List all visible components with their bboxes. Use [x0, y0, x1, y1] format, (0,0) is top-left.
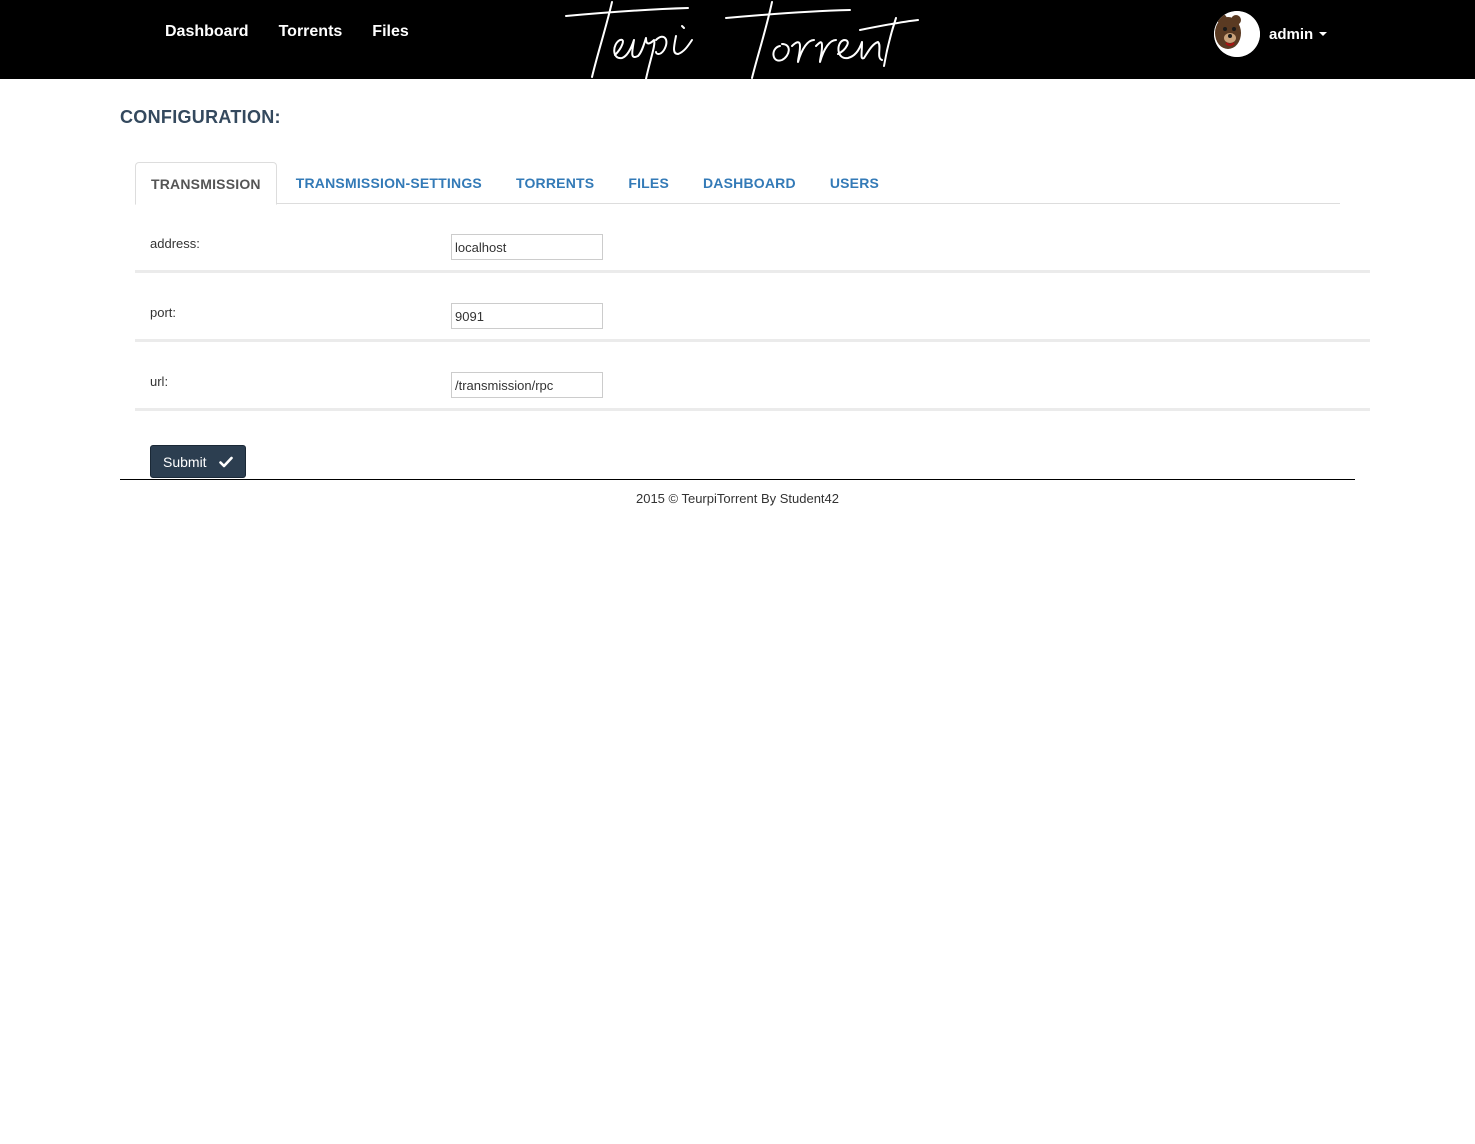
tab-torrents[interactable]: TORRENTS — [501, 162, 609, 204]
tab-transmission-settings[interactable]: TRANSMISSION-SETTINGS — [281, 162, 497, 204]
footer-copyright: 2015 © TeurpiTorrent By Student42 — [635, 491, 840, 506]
user-name: admin — [1269, 25, 1314, 43]
check-icon — [218, 456, 233, 467]
bear-avatar-icon — [1214, 11, 1260, 57]
caret-down-icon — [1319, 32, 1328, 36]
tab-dashboard[interactable]: DASHBOARD — [688, 162, 811, 204]
user-menu[interactable]: admin — [1214, 11, 1328, 57]
url-input[interactable] — [451, 372, 603, 398]
url-label: url: — [150, 374, 169, 389]
port-label: port: — [150, 305, 177, 320]
footer-divider — [120, 479, 1355, 480]
nav-link-files[interactable]: Files — [372, 22, 408, 42]
avatar — [1214, 11, 1260, 57]
nav-link-torrents[interactable]: Torrents — [279, 22, 343, 42]
page-title: CONFIGURATION: — [120, 107, 281, 127]
submit-label: Submit — [163, 453, 207, 470]
address-label: address: — [150, 236, 200, 251]
form-row-url: url: — [135, 342, 1370, 411]
tab-users[interactable]: USERS — [815, 162, 894, 204]
form-row-address: address: — [135, 204, 1370, 273]
nav-link-dashboard[interactable]: Dashboard — [165, 22, 249, 42]
main-nav: Dashboard Torrents Files — [165, 22, 409, 42]
submit-button[interactable]: Submit — [150, 445, 246, 478]
transmission-form: address: port: url: — [135, 204, 1370, 411]
tab-files[interactable]: FILES — [613, 162, 684, 204]
address-input[interactable] — [451, 234, 603, 260]
brand-logo[interactable] — [560, 0, 930, 79]
form-row-port: port: — [135, 273, 1370, 342]
top-navbar: Dashboard Torrents Files admin — [0, 0, 1475, 79]
tab-transmission[interactable]: TRANSMISSION — [135, 162, 277, 205]
config-tabs: TRANSMISSION TRANSMISSION-SETTINGS TORRE… — [135, 162, 1340, 205]
port-input[interactable] — [451, 303, 603, 329]
